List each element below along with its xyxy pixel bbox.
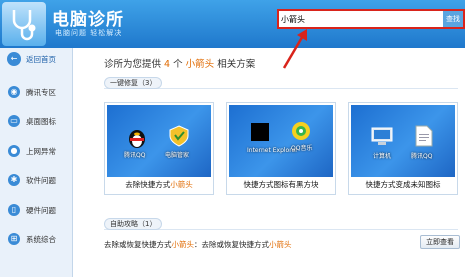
card-thumbnail: Internet Explorer QQ音乐 (229, 105, 333, 177)
sidebar-item-label: 桌面图标 (26, 117, 56, 126)
result-count: 4 (164, 59, 171, 70)
fix-card-black-square[interactable]: Internet Explorer QQ音乐 快捷方式图标有黑方块 (226, 102, 336, 195)
sidebar-item-software[interactable]: ✱ 软件问题 (0, 169, 73, 193)
section-title: 一键修复（3） (104, 77, 163, 89)
sidebar-item-label: 返回首页 (26, 55, 56, 64)
search-input[interactable] (281, 12, 441, 26)
globe-icon: ● (8, 145, 20, 157)
fix-card-remove-arrow[interactable]: 腾讯QQ 电脑管家 去除快捷方式小箭头 (104, 102, 214, 195)
shield-icon (169, 125, 191, 147)
sidebar-item-tencent[interactable]: ◉ 腾讯专区 (0, 81, 73, 105)
section-self-help: 自助攻略（1） (104, 218, 458, 230)
sidebar-item-hardware[interactable]: ▯ 硬件问题 (0, 199, 73, 223)
sidebar-item-home[interactable]: ← 返回首页 (0, 48, 73, 72)
monitor-icon: ▭ (8, 115, 20, 127)
sidebar-item-label: 软件问题 (26, 176, 56, 185)
sidebar-item-label: 硬件问题 (26, 206, 56, 215)
qq-penguin-icon (127, 127, 149, 148)
annotation-arrow-icon (282, 29, 307, 69)
card-caption: 快捷方式图标有黑方块 (243, 180, 319, 189)
puzzle-icon: ✱ (8, 174, 20, 186)
sidebar-item-internet[interactable]: ● 上网异常 (0, 140, 73, 164)
sidebar-item-label: 腾讯专区 (26, 88, 56, 97)
black-square-icon (251, 123, 269, 141)
search-button[interactable]: 查找 (443, 11, 463, 27)
card-caption: 快捷方式变成未知图标 (365, 180, 441, 189)
sidebar-item-system[interactable]: ⊞ 系统综合 (0, 228, 73, 252)
qq-music-icon (291, 121, 313, 141)
back-arrow-icon: ← (7, 52, 21, 66)
sidebar: ← 返回首页 ◉ 腾讯专区 ▭ 桌面图标 ● 上网异常 ✱ 软件问题 ▯ 硬件问… (0, 48, 73, 277)
app-header: 电脑诊所 电脑问题 轻松解决 查找 (0, 0, 465, 48)
results-summary: 诊所为您提供 4 个 小箭头 相关方案 (104, 59, 256, 70)
search-keyword: 小箭头 (185, 59, 215, 70)
sidebar-item-label: 系统综合 (26, 235, 56, 244)
windows-icon: ⊞ (8, 233, 20, 245)
sidebar-item-desktop-icons[interactable]: ▭ 桌面图标 (0, 110, 73, 134)
view-now-button[interactable]: 立即查看 (420, 235, 460, 249)
card-thumbnail: 腾讯QQ 电脑管家 (107, 105, 211, 177)
app-title: 电脑诊所 (52, 10, 124, 30)
card-thumbnail: 计算机 腾讯QQ (351, 105, 455, 177)
sidebar-item-label: 上网异常 (26, 147, 56, 156)
section-one-click-fix: 一键修复（3） (104, 77, 458, 89)
card-caption: 去除快捷方式小箭头 (125, 180, 193, 189)
unknown-file-icon (415, 125, 437, 147)
app-subtitle: 电脑问题 轻松解决 (55, 29, 123, 37)
stethoscope-logo-icon (2, 2, 46, 46)
bell-icon: ◉ (8, 86, 20, 98)
section-title: 自助攻略（1） (104, 218, 163, 230)
guide-item[interactable]: 去除或恢复快捷方式小箭头：去除或恢复快捷方式小箭头 (104, 239, 292, 250)
computer-icon (371, 127, 393, 147)
hardware-icon: ▯ (8, 204, 20, 216)
search-box[interactable]: 查找 (277, 9, 465, 29)
fix-card-unknown-icon[interactable]: 计算机 腾讯QQ 快捷方式变成未知图标 (348, 102, 458, 195)
main-content: 诊所为您提供 4 个 小箭头 相关方案 一键修复（3） 腾讯QQ 电脑管家 去除… (74, 48, 465, 277)
